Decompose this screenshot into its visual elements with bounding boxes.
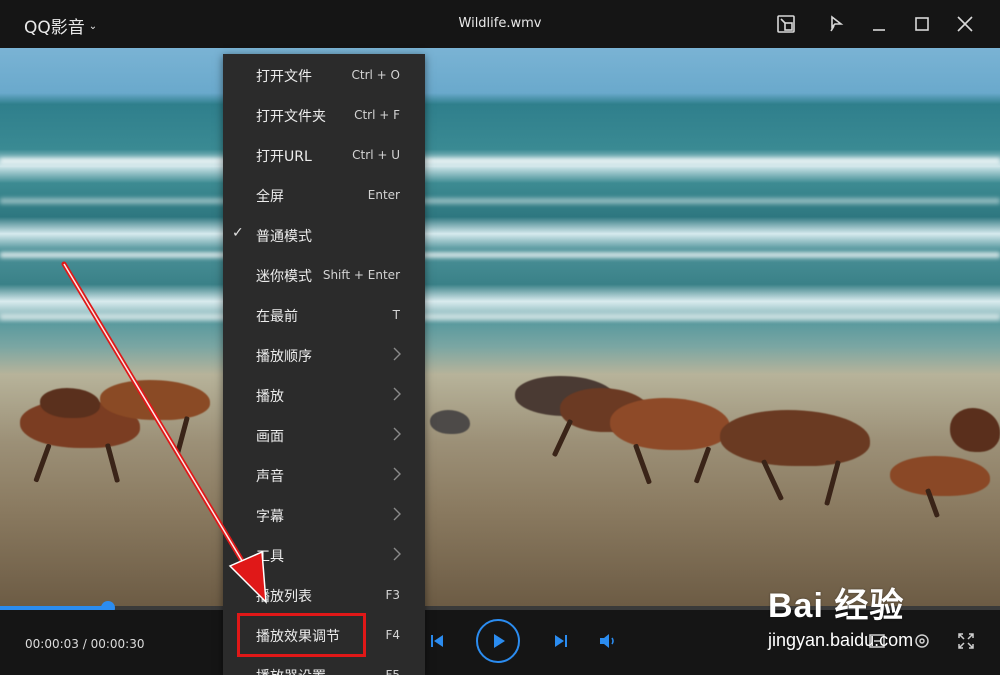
watermark-brand: Bai 经验 [768,587,905,625]
annotation-arrow [61,261,267,604]
baidu-watermark: Bai 经验 jingyan.baidu.com [768,578,913,650]
watermark-url: jingyan.baidu.com [768,630,914,650]
